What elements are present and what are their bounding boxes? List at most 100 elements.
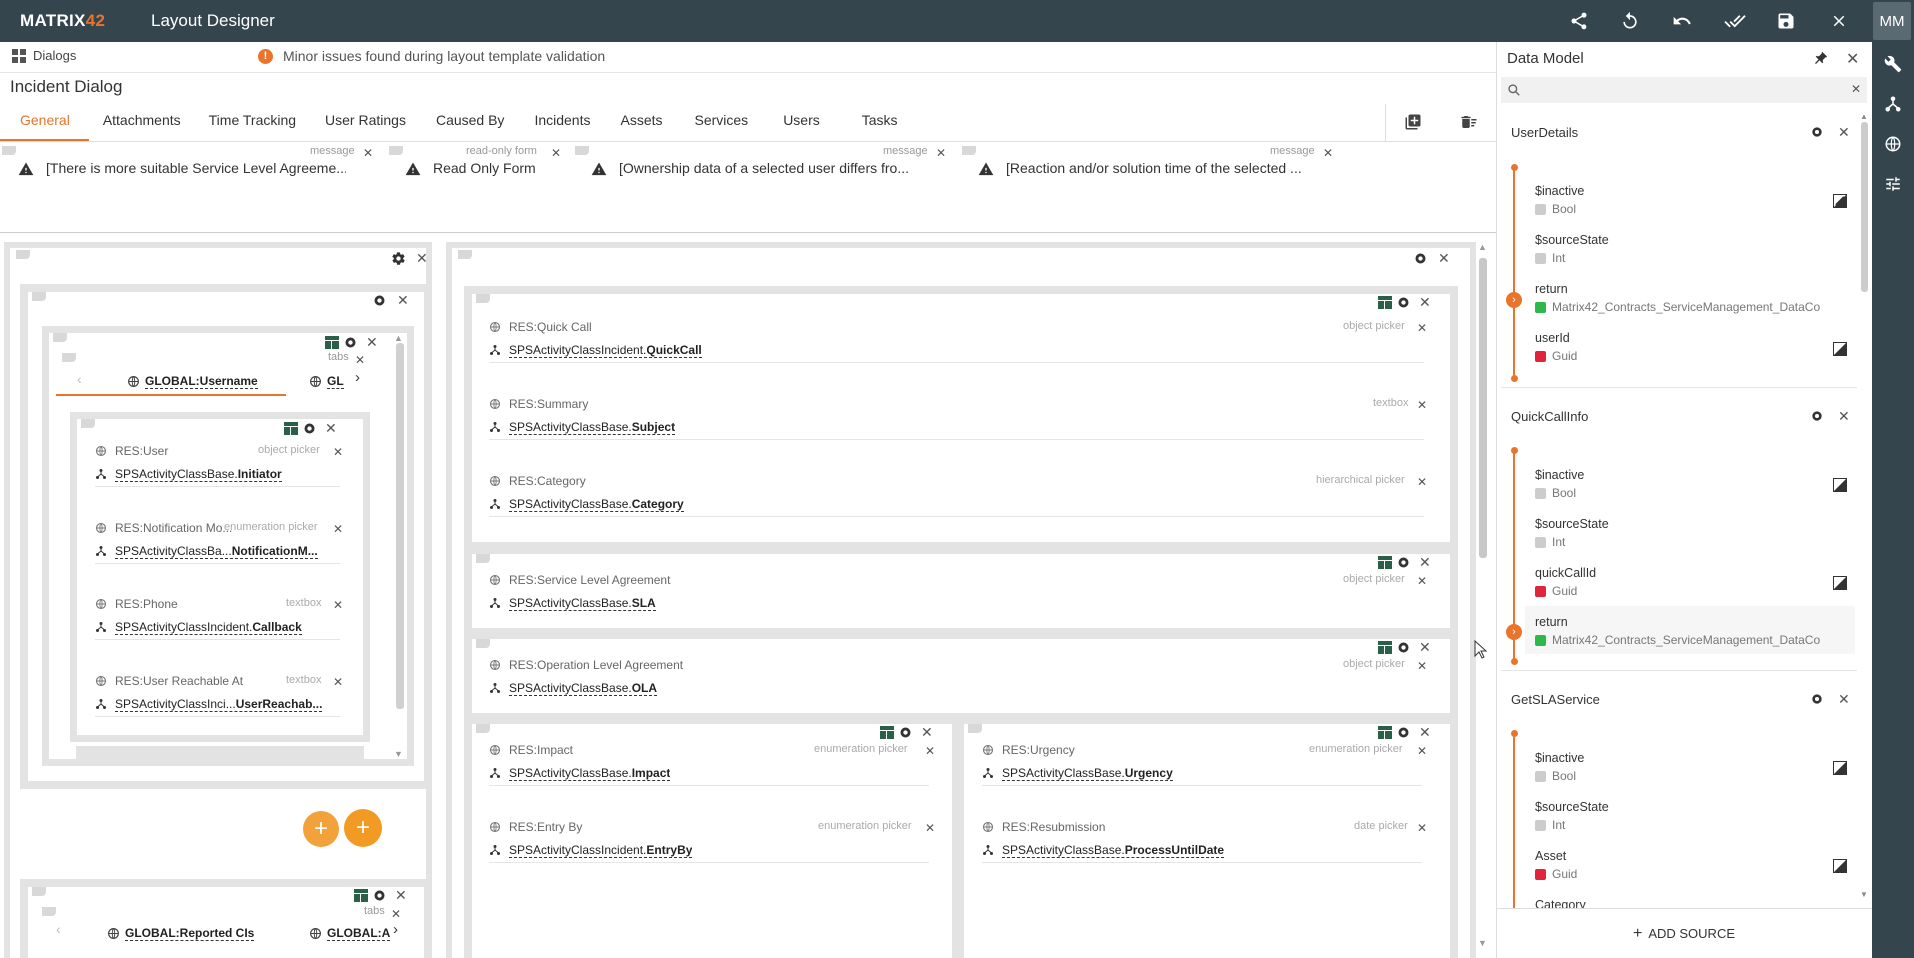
tabs-next-button[interactable]: › — [355, 369, 360, 386]
form-field-phone[interactable]: RES:Phone textbox ✕ SPSActivityClassInci… — [95, 597, 345, 643]
remove-message-button[interactable]: ✕ — [1323, 146, 1333, 160]
tab-global-reported-cis[interactable]: GLOBAL:Reported CIs — [125, 926, 255, 941]
field-binding[interactable]: SPSActivityClassBase.Urgency — [1002, 766, 1173, 781]
scroll-down-icon[interactable]: ▼ — [1478, 938, 1487, 948]
breadcrumb[interactable]: Dialogs — [12, 48, 76, 63]
gear-icon[interactable] — [1810, 409, 1824, 423]
drag-handle[interactable] — [32, 887, 46, 896]
close-icon[interactable]: ✕ — [397, 292, 409, 309]
remove-field-button[interactable]: ✕ — [1417, 574, 1427, 588]
gear-icon[interactable] — [372, 888, 387, 903]
remove-message-button[interactable]: ✕ — [936, 146, 946, 160]
left-tabs-container-2[interactable]: ✕ tabs ✕ ‹ GLOBAL:Reported CIs GLOBAL:A … — [20, 879, 432, 958]
remove-tabs-button[interactable]: ✕ — [355, 353, 365, 367]
share-button[interactable] — [1559, 0, 1599, 42]
layout-icon[interactable] — [1378, 641, 1392, 654]
drag-handle[interactable] — [389, 146, 403, 155]
data-source-name[interactable]: GetSLAService — [1511, 692, 1600, 707]
scroll-up-icon[interactable]: ▲ — [1860, 112, 1868, 121]
field-binding[interactable]: SPSActivityClassIncident.EntryBy — [509, 843, 693, 858]
edit-expression-icon[interactable] — [1833, 761, 1847, 775]
search-input[interactable]: ✕ — [1501, 77, 1867, 103]
validate-button[interactable] — [1715, 0, 1755, 42]
form-field-sla[interactable]: RES:Service Level Agreement object picke… — [489, 573, 1429, 619]
remove-field-button[interactable]: ✕ — [333, 598, 343, 612]
expand-node-button[interactable]: › — [1506, 292, 1522, 308]
field-item[interactable]: $sourceState Int — [1535, 800, 1609, 832]
drag-handle[interactable] — [62, 353, 76, 362]
tab-incidents[interactable]: Incidents — [534, 104, 590, 142]
tab-user-ratings[interactable]: User Ratings — [325, 104, 406, 142]
undo-button[interactable] — [1662, 0, 1702, 42]
field-item[interactable]: return Matrix42_Contracts_ServiceManagem… — [1535, 615, 1820, 647]
tools-button[interactable] — [1872, 44, 1914, 84]
delete-tab-button[interactable] — [1457, 110, 1481, 134]
field-binding[interactable]: SPSActivityClassBase.SLA — [509, 596, 656, 611]
add-tab-button[interactable] — [1401, 110, 1425, 134]
remove-field-button[interactable]: ✕ — [925, 821, 935, 835]
close-icon[interactable]: ✕ — [366, 334, 378, 351]
field-binding[interactable]: SPSActivityClassBase.Impact — [509, 766, 671, 781]
field-binding[interactable]: SPSActivityClassBa...NotificationM... — [115, 544, 318, 559]
drag-handle[interactable] — [42, 907, 56, 916]
edit-expression-icon[interactable] — [1833, 342, 1847, 356]
gear-icon[interactable] — [1810, 125, 1824, 139]
drag-handle[interactable] — [458, 250, 472, 259]
field-binding[interactable]: SPSActivityClassBase.ProcessUntilDate — [1002, 843, 1225, 858]
layout-icon[interactable] — [1378, 296, 1392, 309]
field-item[interactable]: $inactive Bool — [1535, 184, 1584, 216]
scroll-down-icon[interactable]: ▼ — [1860, 890, 1868, 899]
close-designer-button[interactable] — [1819, 0, 1859, 42]
layout-icon[interactable] — [284, 422, 298, 435]
message-item[interactable]: message ✕ [Ownership data of a selected … — [573, 143, 953, 187]
form-field-resubmission[interactable]: RES:Resubmission date picker ✕ SPSActivi… — [982, 820, 1427, 866]
tab-time-tracking[interactable]: Time Tracking — [209, 104, 296, 142]
layout-icon[interactable] — [1378, 726, 1392, 739]
remove-field-button[interactable]: ✕ — [1417, 744, 1427, 758]
field-item[interactable]: userId Guid — [1535, 331, 1577, 363]
clear-search-button[interactable]: ✕ — [1851, 82, 1861, 96]
data-source-name[interactable]: QuickCallInfo — [1511, 409, 1588, 424]
form-field-entry-by[interactable]: RES:Entry By enumeration picker ✕ SPSAct… — [489, 820, 935, 866]
remove-source-button[interactable]: ✕ — [1838, 124, 1850, 141]
drag-handle[interactable] — [575, 146, 589, 155]
expand-node-button[interactable]: › — [1506, 624, 1522, 640]
data-source-name[interactable]: UserDetails — [1511, 125, 1578, 140]
remove-message-button[interactable]: ✕ — [363, 146, 373, 160]
gear-icon[interactable] — [1396, 555, 1411, 570]
remove-field-button[interactable]: ✕ — [333, 675, 343, 689]
gear-icon[interactable] — [1396, 640, 1411, 655]
breadcrumb-dialogs[interactable]: Dialogs — [33, 48, 76, 63]
data-model-button[interactable] — [1872, 84, 1914, 124]
remove-tabs-button[interactable]: ✕ — [391, 907, 401, 921]
edit-expression-icon[interactable] — [1833, 478, 1847, 492]
gear-icon[interactable] — [1810, 692, 1824, 706]
tab-tasks[interactable]: Tasks — [862, 104, 898, 142]
close-icon[interactable]: ✕ — [1419, 724, 1431, 741]
drag-handle[interactable] — [476, 724, 490, 733]
remove-field-button[interactable]: ✕ — [333, 445, 343, 459]
close-icon[interactable]: ✕ — [1419, 554, 1431, 571]
remove-field-button[interactable]: ✕ — [1417, 475, 1427, 489]
form-field-notification-mode[interactable]: RES:Notification Mo... enumeration picke… — [95, 521, 345, 567]
field-item[interactable]: $sourceState Int — [1535, 517, 1609, 549]
field-binding[interactable]: SPSActivityClassBase.Subject — [509, 420, 676, 435]
scrollbar[interactable] — [396, 343, 404, 709]
tab-general[interactable]: General — [0, 104, 89, 142]
globalization-button[interactable] — [1872, 124, 1914, 164]
gear-icon[interactable] — [343, 335, 358, 350]
form-field-summary[interactable]: RES:Summary textbox ✕ SPSActivityClassBa… — [489, 397, 1429, 443]
close-icon[interactable]: ✕ — [395, 887, 407, 904]
settings-sliders-button[interactable] — [1872, 164, 1914, 204]
remove-source-button[interactable]: ✕ — [1838, 408, 1850, 425]
drag-handle[interactable] — [32, 292, 46, 301]
refresh-button[interactable] — [1610, 0, 1650, 42]
tab-services[interactable]: Services — [695, 104, 749, 142]
field-item[interactable]: quickCallId Guid — [1535, 566, 1596, 598]
tab-assets[interactable]: Assets — [620, 104, 662, 142]
remove-source-button[interactable]: ✕ — [1838, 691, 1850, 708]
tab-attachments[interactable]: Attachments — [103, 104, 181, 142]
message-item[interactable]: message ✕ [There is more suitable Servic… — [0, 143, 380, 187]
scroll-up-icon[interactable]: ▲ — [1478, 242, 1487, 252]
drag-handle[interactable] — [962, 146, 976, 155]
